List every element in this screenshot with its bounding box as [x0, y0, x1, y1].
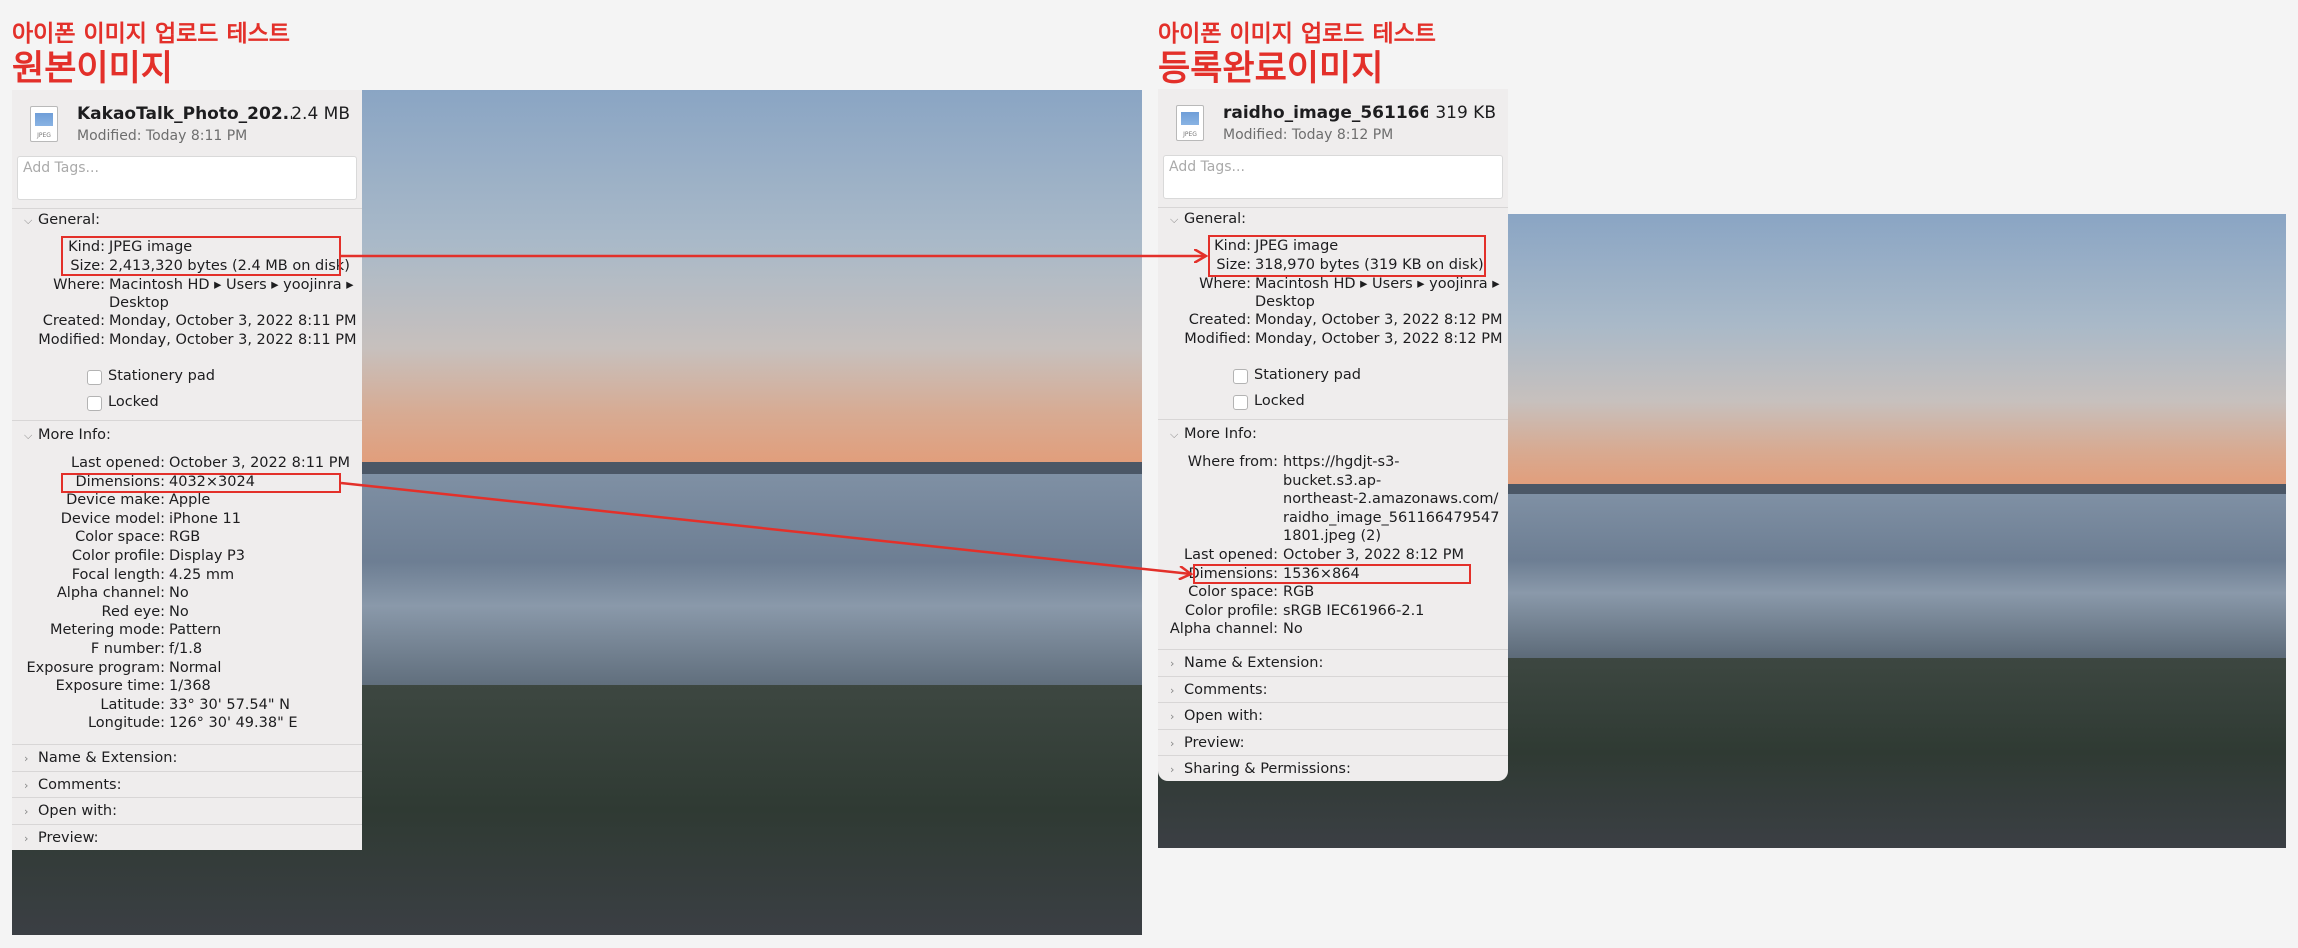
arrow-dimensions — [340, 481, 1191, 574]
comparison-arrows — [340, 0, 2298, 948]
